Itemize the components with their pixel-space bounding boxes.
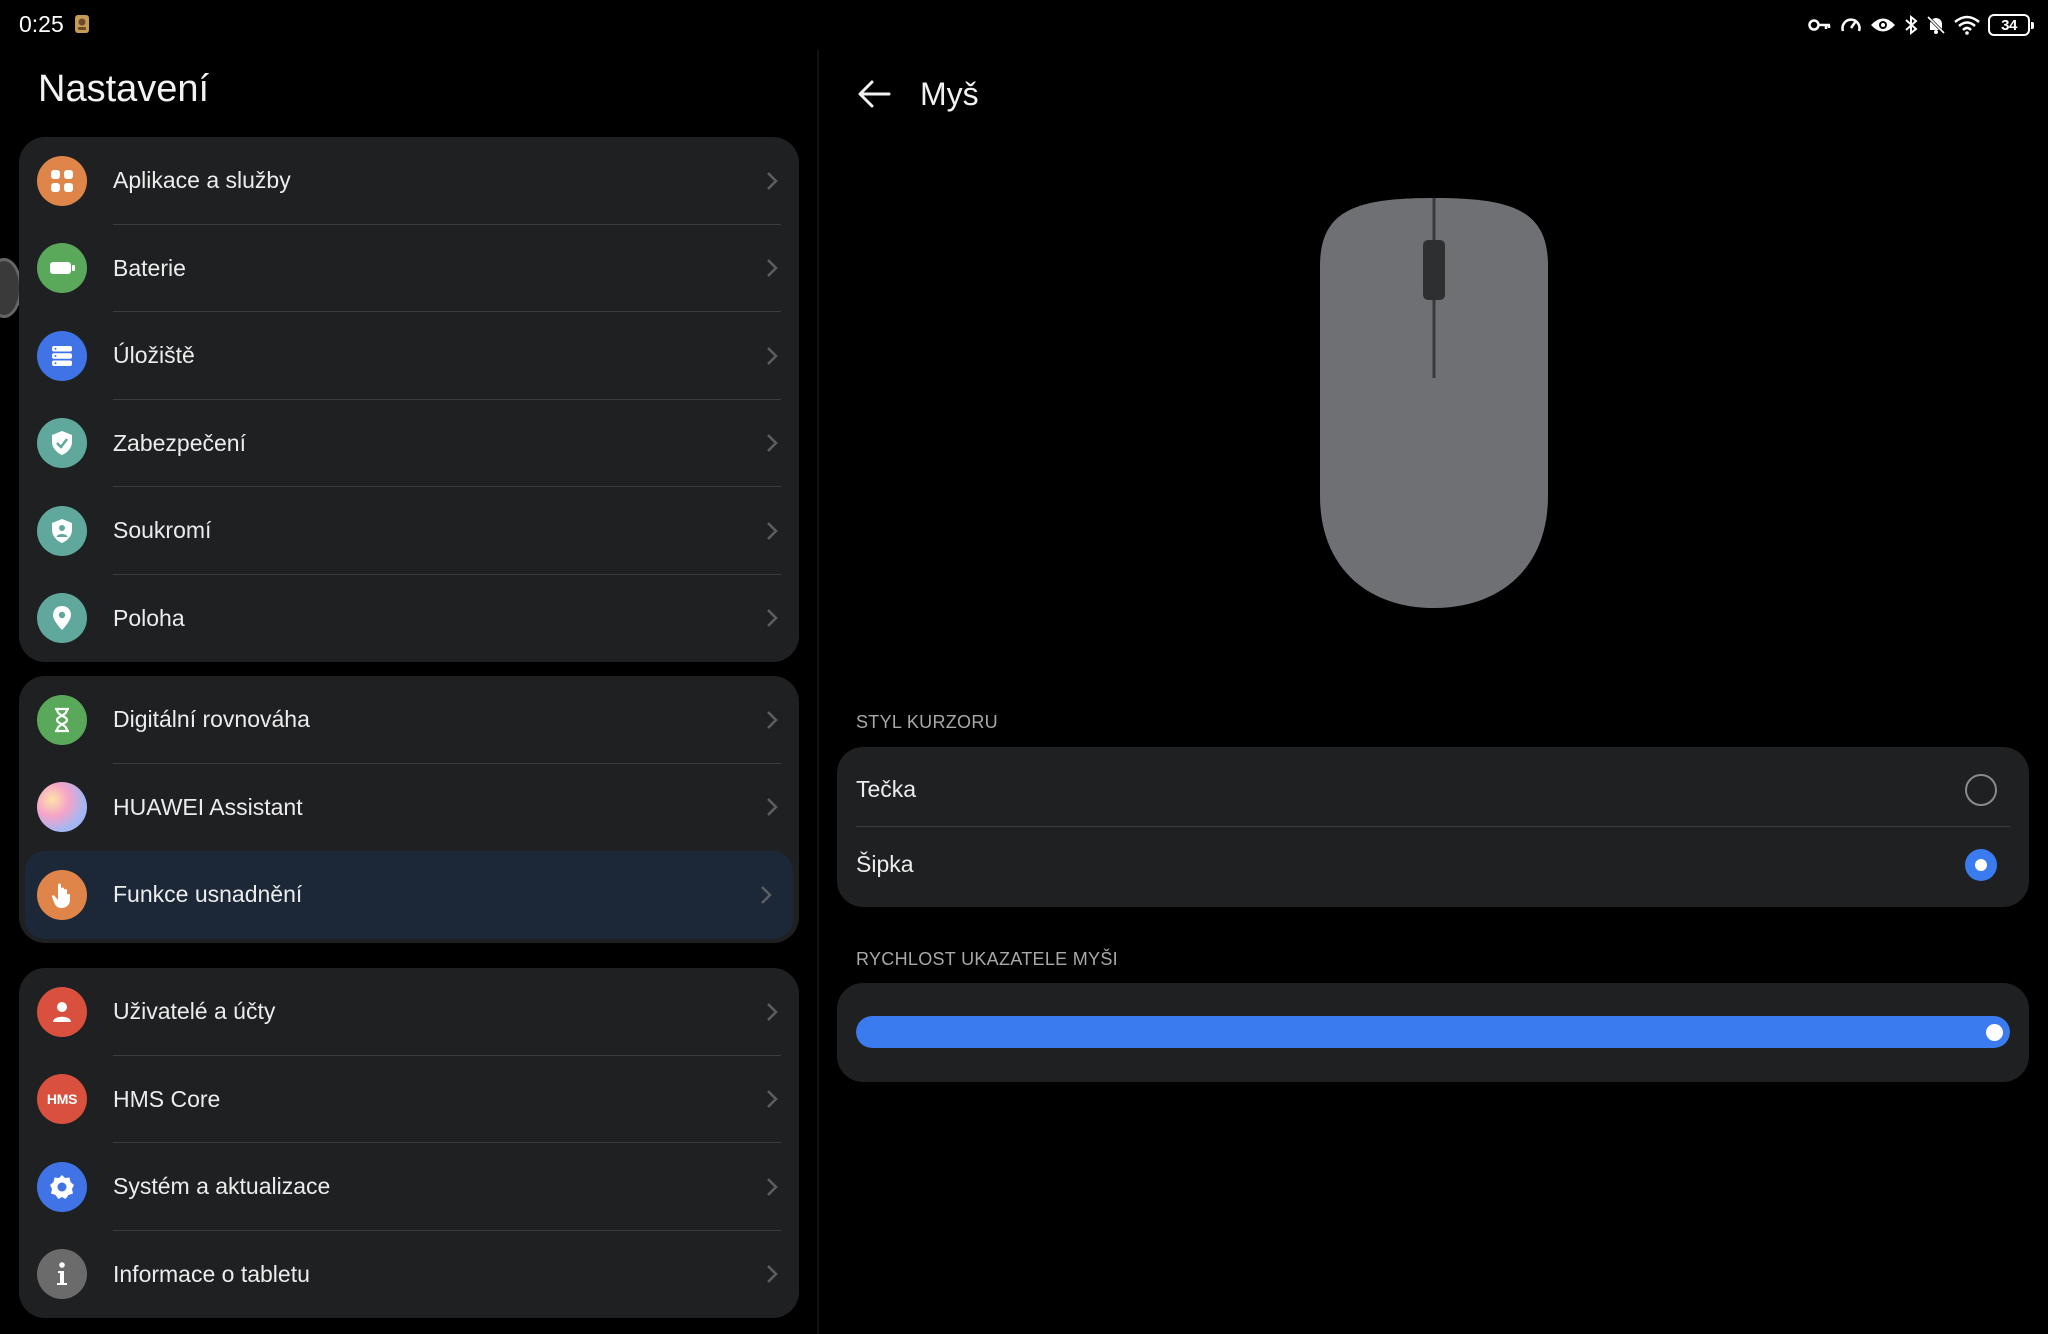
privacy-shield-icon (37, 505, 87, 556)
settings-item-storage[interactable]: Úložiště (19, 312, 799, 400)
status-icons: 34 (1808, 12, 2034, 38)
chevron-right-icon (767, 434, 778, 453)
settings-item-label: Zabezpečení (113, 429, 246, 456)
speedometer-icon (1841, 18, 1861, 32)
user-icon (37, 986, 87, 1037)
chevron-right-icon (767, 1265, 778, 1284)
settings-group-1: Aplikace a služby Baterie Úložiště Zabez… (19, 137, 799, 662)
settings-group-3: Uživatelé a účty HMS HMS Core Systém a a… (19, 968, 799, 1318)
pointer-speed-slider[interactable] (856, 1016, 2010, 1048)
hms-icon: HMS (37, 1074, 87, 1125)
cursor-arrow-radio[interactable] (1965, 848, 1997, 881)
settings-item-hms-core[interactable]: HMS HMS Core (19, 1056, 799, 1143)
settings-item-label: Systém a aktualizace (113, 1173, 331, 1200)
hourglass-icon (37, 694, 87, 745)
chevron-right-icon (767, 1002, 778, 1021)
cursor-style-card: Tečka Šipka (837, 747, 2029, 907)
battery-level: 34 (2001, 16, 2017, 34)
settings-item-privacy[interactable]: Soukromí (19, 487, 799, 575)
settings-item-label: Informace o tabletu (113, 1260, 310, 1287)
settings-item-location[interactable]: Poloha (19, 575, 799, 663)
chevron-right-icon (767, 609, 778, 628)
storage-icon (37, 330, 87, 381)
notification-app-icon (75, 15, 89, 33)
settings-item-label: Soukromí (113, 517, 212, 544)
chevron-right-icon (767, 171, 778, 190)
battery-icon (37, 243, 87, 294)
pointer-speed-card (837, 983, 2029, 1082)
chevron-right-icon (767, 798, 778, 817)
settings-item-label: HUAWEI Assistant (113, 793, 303, 820)
accessibility-hand-icon (37, 869, 87, 920)
settings-item-label: Úložiště (113, 342, 195, 369)
status-bar: 0:25 34 (0, 0, 2048, 50)
settings-item-digital-balance[interactable]: Digitální rovnováha (19, 676, 799, 764)
settings-item-accessibility[interactable]: Funkce usnadnění (25, 851, 793, 939)
settings-item-about-tablet[interactable]: Informace o tabletu (19, 1231, 799, 1319)
chevron-right-icon (767, 1177, 778, 1196)
assistant-orb-icon (37, 782, 87, 833)
settings-item-huawei-assistant[interactable]: HUAWEI Assistant (19, 764, 799, 852)
gear-icon (37, 1161, 87, 1212)
cursor-option-label: Šipka (856, 851, 914, 877)
pane-divider (817, 50, 819, 1334)
settings-item-users[interactable]: Uživatelé a účty (19, 968, 799, 1056)
settings-item-label: HMS Core (113, 1085, 221, 1112)
wifi-icon (1954, 15, 1980, 35)
settings-item-battery[interactable]: Baterie (19, 225, 799, 312)
cursor-option-dot[interactable]: Tečka (837, 752, 2029, 827)
key-icon (1808, 19, 1831, 31)
pointer-speed-slider-fill (856, 1016, 2010, 1048)
detail-title: Myš (920, 76, 979, 112)
back-arrow-icon[interactable] (856, 76, 892, 112)
settings-item-label: Uživatelé a účty (113, 998, 276, 1025)
settings-item-label: Poloha (113, 604, 185, 631)
chevron-right-icon (767, 259, 778, 278)
security-shield-icon (37, 418, 87, 469)
bluetooth-icon (1905, 15, 1918, 35)
battery-indicator: 34 (1988, 14, 2034, 36)
page-title: Nastavení (38, 68, 210, 110)
cursor-option-label: Tečka (856, 776, 917, 802)
settings-group-2: Digitální rovnováha HUAWEI Assistant Fun… (19, 676, 799, 943)
eye-icon (1871, 18, 1895, 32)
settings-item-system-update[interactable]: Systém a aktualizace (19, 1143, 799, 1231)
settings-item-label: Digitální rovnováha (113, 706, 310, 733)
cursor-option-arrow[interactable]: Šipka (837, 827, 2029, 902)
settings-item-label: Aplikace a služby (113, 167, 291, 194)
mouse-illustration (1320, 198, 1548, 608)
cursor-dot-radio[interactable] (1965, 773, 1997, 806)
settings-item-label: Funkce usnadnění (113, 881, 303, 908)
pointer-speed-section-label: RYCHLOST UKAZATELE MYŠI (856, 949, 1118, 969)
settings-item-security[interactable]: Zabezpečení (19, 400, 799, 487)
location-pin-icon (37, 593, 87, 644)
status-time: 0:25 (19, 11, 64, 37)
cursor-style-section-label: STYL KURZORU (856, 712, 998, 732)
apps-icon (37, 155, 87, 206)
chevron-right-icon (767, 521, 778, 540)
chevron-right-icon (767, 710, 778, 729)
chevron-right-icon (767, 346, 778, 365)
do-not-disturb-icon (1926, 15, 1946, 35)
chevron-right-icon (761, 885, 772, 904)
info-icon (37, 1249, 87, 1300)
settings-item-label: Baterie (113, 254, 186, 281)
chevron-right-icon (767, 1090, 778, 1109)
hms-icon-text: HMS (46, 1091, 78, 1108)
settings-item-apps[interactable]: Aplikace a služby (19, 137, 799, 225)
pointer-speed-slider-thumb[interactable] (1986, 1024, 2003, 1041)
